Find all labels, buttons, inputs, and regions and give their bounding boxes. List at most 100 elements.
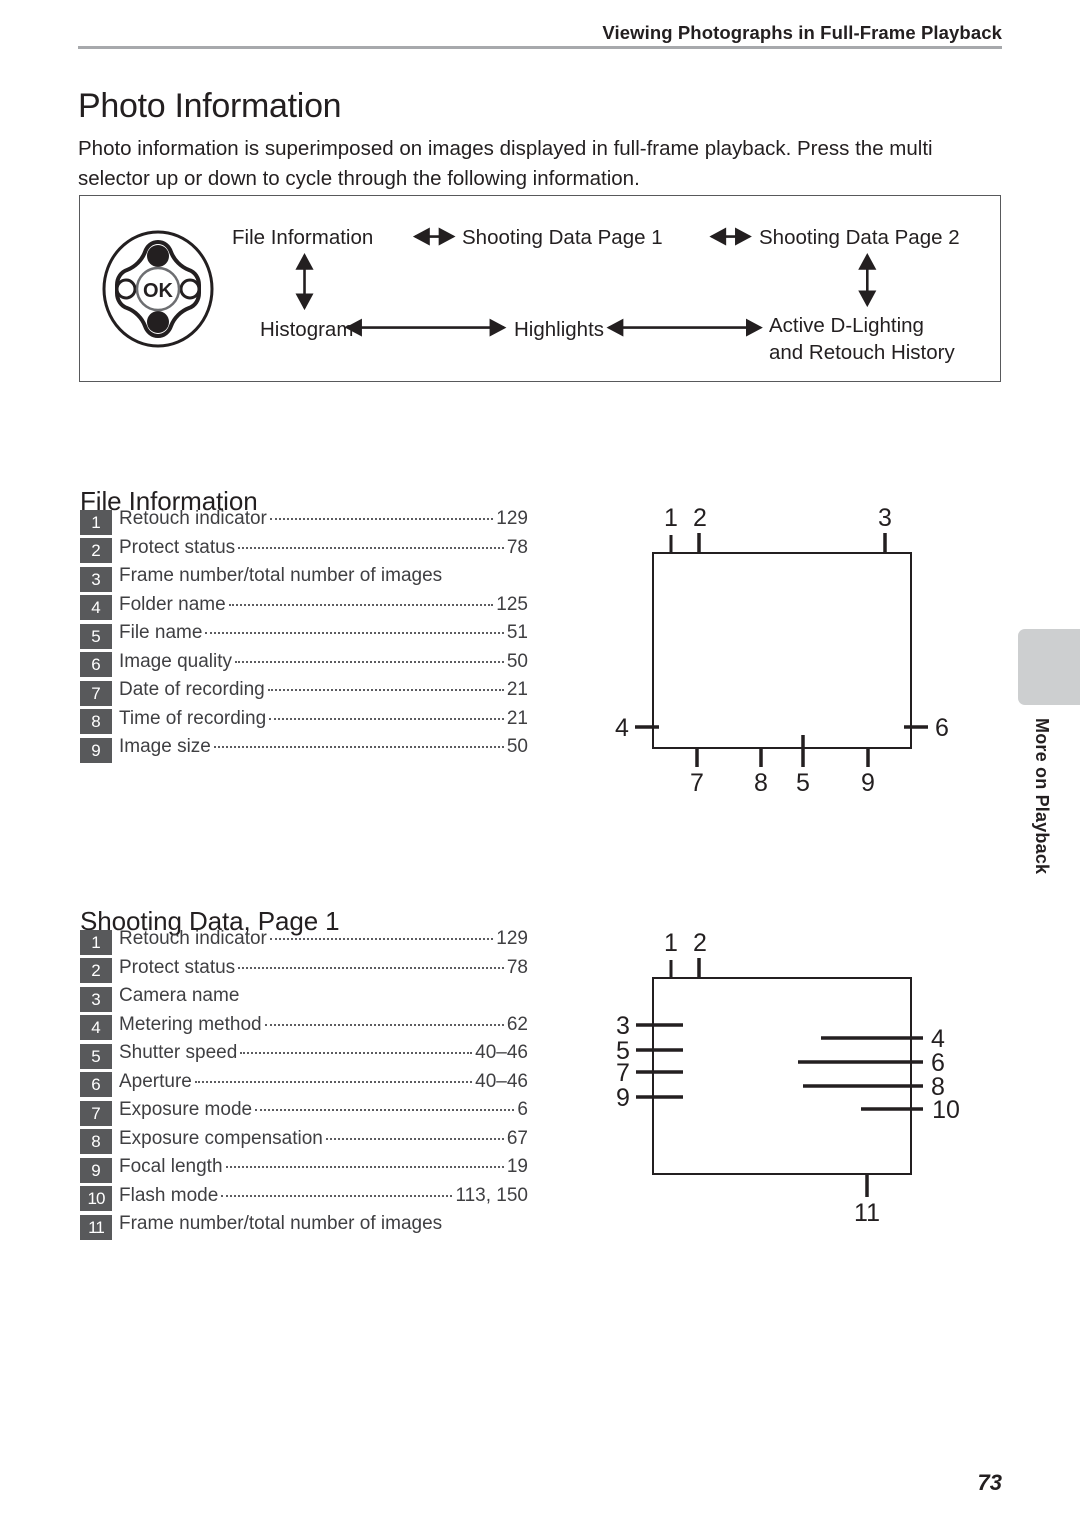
item-page-ref: 21 bbox=[506, 707, 528, 729]
item-label: Retouch indicator bbox=[119, 928, 267, 949]
callout-9: 9 bbox=[616, 1084, 630, 1112]
item-page-ref: 125 bbox=[496, 593, 528, 615]
item-label: Protect status bbox=[119, 956, 236, 978]
list-item: 9 Focal length 19 bbox=[80, 1156, 528, 1185]
list-item: 9 Image size 50 bbox=[80, 736, 528, 765]
list-item: 11 Frame number/total number of images bbox=[80, 1213, 528, 1242]
leader-dots bbox=[194, 1080, 473, 1083]
callout-8: 8 bbox=[754, 769, 768, 797]
item-label: Folder name bbox=[119, 593, 226, 615]
flow-node-active-d-lighting-line1: Active D-Lighting bbox=[769, 314, 924, 337]
callout-3: 3 bbox=[616, 1012, 630, 1040]
callout-3: 3 bbox=[878, 504, 892, 532]
item-page-ref: 129 bbox=[496, 508, 528, 529]
list-item: 5 Shutter speed 40–46 bbox=[80, 1042, 528, 1071]
item-number-badge: 9 bbox=[80, 1157, 112, 1183]
callout-10: 10 bbox=[932, 1096, 960, 1124]
item-page-ref: 6 bbox=[517, 1099, 528, 1120]
leader-dots bbox=[238, 966, 504, 969]
item-page-ref: 51 bbox=[506, 622, 528, 643]
ok-button-label: OK bbox=[143, 280, 174, 302]
item-label: Image size bbox=[119, 736, 211, 757]
item-label: Focal length bbox=[119, 1156, 223, 1177]
flow-node-shooting-data-1: Shooting Data Page 1 bbox=[462, 226, 663, 249]
item-number-badge: 9 bbox=[80, 737, 112, 763]
leader-dots bbox=[264, 1023, 504, 1026]
item-label: Aperture bbox=[119, 1070, 192, 1092]
item-label: Time of recording bbox=[119, 707, 267, 729]
figure-file-information-callouts: 1 2 3 4 6 7 8 5 9 bbox=[580, 495, 1000, 815]
item-number-badge: 1 bbox=[80, 509, 112, 535]
callout-4: 4 bbox=[615, 714, 629, 742]
item-page-ref: 129 bbox=[496, 928, 528, 949]
side-tab-label: More on Playback bbox=[1032, 718, 1052, 875]
item-label: File name bbox=[119, 622, 203, 643]
list-item: 2 Protect status 78 bbox=[80, 957, 528, 986]
leader-dots bbox=[238, 546, 504, 549]
list-item: 8 Time of recording 21 bbox=[80, 708, 528, 737]
item-page-ref: 113, 150 bbox=[455, 1184, 528, 1206]
flow-node-active-d-lighting: Active D-Lighting and Retouch History bbox=[769, 312, 955, 366]
item-number-badge: 3 bbox=[80, 986, 112, 1012]
item-page-ref: 78 bbox=[506, 536, 528, 558]
item-page-ref: 21 bbox=[506, 679, 528, 700]
leader-dots bbox=[269, 717, 504, 720]
list-item: 8 Exposure compensation 67 bbox=[80, 1128, 528, 1157]
callout-11: 11 bbox=[854, 1199, 880, 1227]
item-page-ref: 50 bbox=[506, 736, 528, 757]
item-label: Image quality bbox=[119, 650, 233, 672]
callout-5: 5 bbox=[796, 769, 810, 797]
item-label: Frame number/total number of images bbox=[119, 565, 443, 586]
item-number-badge: 4 bbox=[80, 1015, 112, 1041]
leader-dots bbox=[228, 603, 494, 606]
item-number-badge: 8 bbox=[80, 709, 112, 735]
item-label: Exposure mode bbox=[119, 1099, 253, 1120]
list-item: 6 Image quality 50 bbox=[80, 651, 528, 680]
item-page-ref: 19 bbox=[506, 1156, 528, 1177]
photo-info-flow-diagram: OK File Information Shooting Data Page 1… bbox=[79, 195, 1001, 382]
item-label: Retouch indicator bbox=[119, 508, 267, 529]
item-label: Protect status bbox=[119, 536, 236, 558]
item-page-ref: 78 bbox=[506, 956, 528, 978]
item-number-badge: 7 bbox=[80, 680, 112, 706]
list-item: 7 Date of recording 21 bbox=[80, 679, 528, 708]
page-title: Photo Information bbox=[78, 86, 342, 125]
list-item: 3 Frame number/total number of images bbox=[80, 565, 528, 594]
item-number-badge: 4 bbox=[80, 595, 112, 621]
item-number-badge: 11 bbox=[80, 1214, 112, 1240]
flow-node-shooting-data-2: Shooting Data Page 2 bbox=[759, 226, 960, 249]
legend-list-file-information: 1 Retouch indicator 129 2 Protect status… bbox=[80, 508, 528, 765]
item-number-badge: 2 bbox=[80, 538, 112, 564]
list-item: 1 Retouch indicator 129 bbox=[80, 928, 528, 957]
item-number-badge: 2 bbox=[80, 958, 112, 984]
item-label: Camera name bbox=[119, 985, 240, 1006]
item-number-badge: 5 bbox=[80, 1043, 112, 1069]
manual-page: Viewing Photographs in Full-Frame Playba… bbox=[0, 0, 1080, 1529]
figure-shooting-data-callouts: 1 2 3 5 7 9 4 6 8 10 11 bbox=[580, 915, 1000, 1245]
leader-dots bbox=[269, 938, 494, 940]
callout-6: 6 bbox=[935, 714, 949, 742]
leader-dots bbox=[240, 1052, 473, 1054]
leader-dots bbox=[325, 1137, 504, 1140]
list-item: 7 Exposure mode 6 bbox=[80, 1099, 528, 1128]
list-item: 1 Retouch indicator 129 bbox=[80, 508, 528, 537]
side-tab-block bbox=[1018, 629, 1080, 705]
flow-node-active-d-lighting-line2: and Retouch History bbox=[769, 341, 955, 364]
flow-node-file-information: File Information bbox=[232, 226, 374, 249]
item-number-badge: 1 bbox=[80, 929, 112, 955]
callout-2: 2 bbox=[693, 929, 707, 957]
item-page-ref: 62 bbox=[506, 1013, 528, 1035]
multi-selector-ok-pad-icon: OK bbox=[102, 230, 214, 348]
list-item: 5 File name 51 bbox=[80, 622, 528, 651]
leader-dots bbox=[221, 1194, 453, 1197]
list-item: 4 Metering method 62 bbox=[80, 1014, 528, 1043]
item-label: Exposure compensation bbox=[119, 1127, 323, 1149]
list-item: 4 Folder name 125 bbox=[80, 594, 528, 623]
item-number-badge: 3 bbox=[80, 566, 112, 592]
item-page-ref: 40–46 bbox=[475, 1042, 528, 1063]
leader-dots bbox=[267, 689, 504, 691]
item-page-ref: 50 bbox=[506, 650, 528, 672]
list-item: 3 Camera name bbox=[80, 985, 528, 1014]
callout-7: 7 bbox=[616, 1059, 630, 1087]
flow-node-highlights: Highlights bbox=[514, 318, 605, 341]
